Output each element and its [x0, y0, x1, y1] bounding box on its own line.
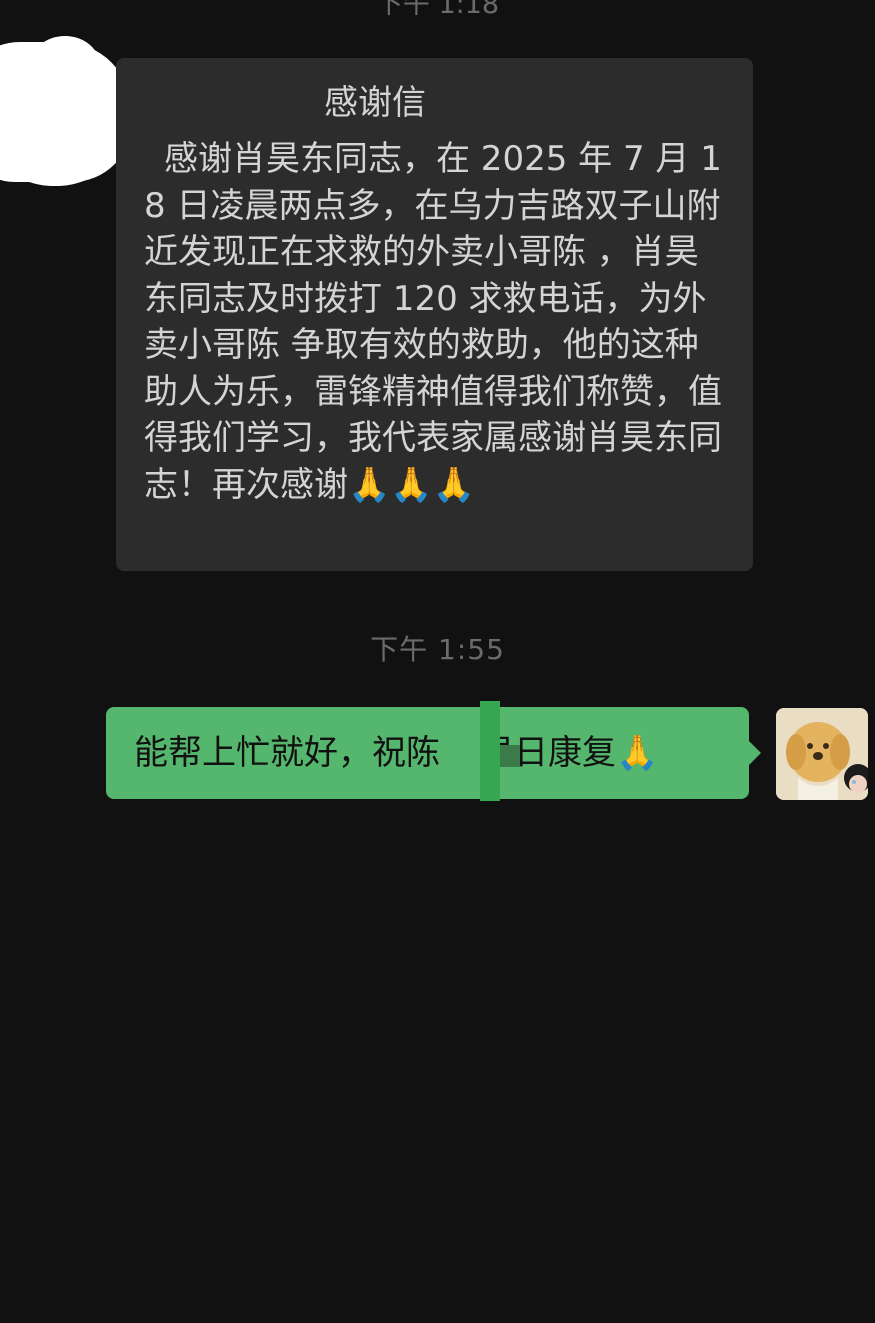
censor-pixel	[500, 745, 520, 767]
dog-avatar-svg	[776, 708, 868, 800]
top-timestamp: 下午 1:18	[375, 0, 500, 20]
letter-body: 感谢肖昊东同志，在 2025 年 7 月 18 日凌晨两点多，在乌力吉路双子山附…	[144, 139, 722, 505]
outgoing-message-bubble[interactable]: 能帮上忙就好，祝陈 早日康复🙏	[106, 701, 761, 801]
dog-avatar-icon[interactable]	[776, 708, 868, 800]
letter-title: 感谢信	[324, 83, 426, 123]
avatar-redacted-icon[interactable]	[0, 36, 132, 186]
message-timestamp: 下午 1:55	[370, 633, 505, 666]
censor-bar	[480, 701, 500, 801]
outgoing-text-before: 能帮上忙就好，祝陈	[134, 733, 440, 773]
incoming-message-bubble[interactable]: 感谢信 感谢肖昊东同志，在 2025 年 7 月 18 日凌晨两点多，在乌力吉路…	[116, 58, 753, 571]
